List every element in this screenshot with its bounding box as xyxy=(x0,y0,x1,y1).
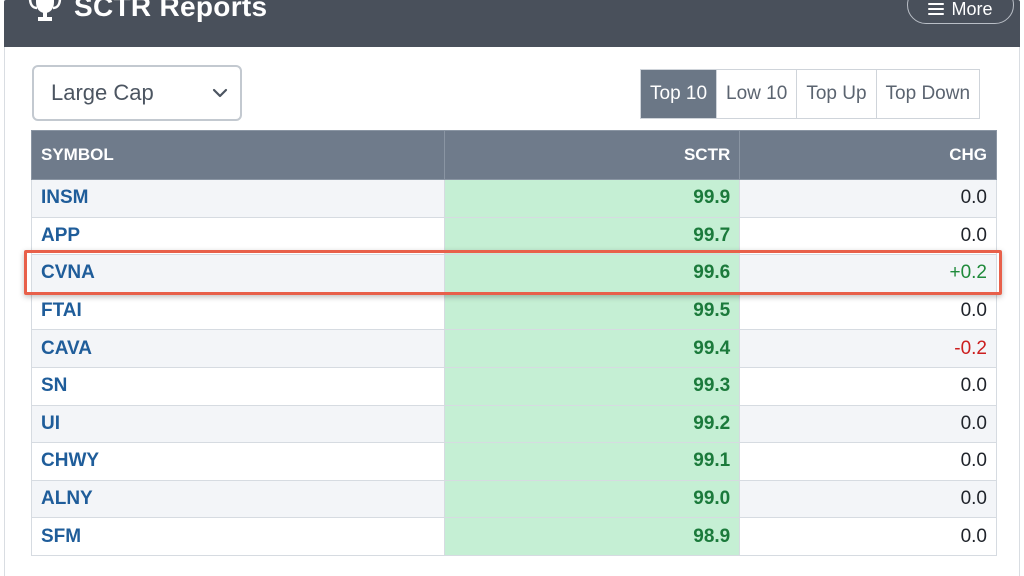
sctr-value: 99.5 xyxy=(443,291,741,331)
symbol-link[interactable]: APP xyxy=(31,216,445,256)
sctr-value: 99.7 xyxy=(443,216,741,256)
sctr-table: SYMBOL SCTR CHG INSM 99.9 0.0 APP 99.7 0… xyxy=(31,130,997,556)
column-header-sctr[interactable]: SCTR xyxy=(443,130,741,180)
table-header-row: SYMBOL SCTR CHG xyxy=(31,130,997,180)
sctr-value: 99.3 xyxy=(443,366,741,406)
symbol-link[interactable]: INSM xyxy=(31,179,445,218)
table-row: FTAI 99.5 0.0 xyxy=(31,291,997,331)
tab-top-down[interactable]: Top Down xyxy=(875,70,980,118)
sctr-value: 99.1 xyxy=(443,442,741,481)
market-cap-select[interactable]: Large Cap xyxy=(32,65,242,121)
column-header-chg[interactable]: CHG xyxy=(739,130,997,180)
symbol-link[interactable]: FTAI xyxy=(31,291,445,331)
hamburger-icon xyxy=(928,3,945,15)
table-row: INSM 99.9 0.0 xyxy=(31,179,997,218)
chevron-down-icon xyxy=(212,88,228,98)
column-header-symbol[interactable]: SYMBOL xyxy=(31,130,445,180)
chg-value: -0.2 xyxy=(739,329,997,368)
symbol-link[interactable]: SFM xyxy=(31,517,445,556)
table-row: CHWY 99.1 0.0 xyxy=(31,442,997,481)
app-header: SCTR Reports More xyxy=(4,0,1020,47)
table-row: UI 99.2 0.0 xyxy=(31,404,997,444)
chg-value: 0.0 xyxy=(739,517,997,556)
sctr-value: 99.6 xyxy=(443,254,741,293)
symbol-link[interactable]: ALNY xyxy=(31,479,445,519)
table-row: SFM 98.9 0.0 xyxy=(31,517,997,556)
symbol-link[interactable]: CVNA xyxy=(31,254,445,293)
sctr-value: 98.9 xyxy=(443,517,741,556)
market-cap-select-value: Large Cap xyxy=(51,80,154,105)
chg-value: 0.0 xyxy=(739,366,997,406)
sctr-value: 99.9 xyxy=(443,179,741,218)
report-tabs: Top 10 Low 10 Top Up Top Down xyxy=(640,69,981,119)
chg-value: 0.0 xyxy=(739,216,997,256)
chg-value: 0.0 xyxy=(739,404,997,444)
tab-top-10[interactable]: Top 10 xyxy=(641,70,717,118)
table-row: APP 99.7 0.0 xyxy=(31,216,997,256)
symbol-link[interactable]: CHWY xyxy=(31,442,445,481)
sctr-value: 99.4 xyxy=(443,329,741,368)
table-row: CAVA 99.4 -0.2 xyxy=(31,329,997,368)
trophy-icon xyxy=(28,0,62,21)
chg-value: +0.2 xyxy=(739,254,997,293)
table-row: SN 99.3 0.0 xyxy=(31,366,997,406)
table-row: ALNY 99.0 0.0 xyxy=(31,479,997,519)
symbol-link[interactable]: UI xyxy=(31,404,445,444)
symbol-link[interactable]: CAVA xyxy=(31,329,445,368)
more-button-label: More xyxy=(951,0,993,19)
page-title: SCTR Reports xyxy=(74,0,268,22)
table-row: CVNA 99.6 +0.2 xyxy=(31,254,997,293)
tab-top-up[interactable]: Top Up xyxy=(796,70,876,118)
chg-value: 0.0 xyxy=(739,442,997,481)
sctr-value: 99.2 xyxy=(443,404,741,444)
chg-value: 0.0 xyxy=(739,179,997,218)
chg-value: 0.0 xyxy=(739,291,997,331)
sctr-value: 99.0 xyxy=(443,479,741,519)
more-button[interactable]: More xyxy=(907,0,1014,24)
tab-low-10[interactable]: Low 10 xyxy=(716,70,797,118)
symbol-link[interactable]: SN xyxy=(31,366,445,406)
chg-value: 0.0 xyxy=(739,479,997,519)
